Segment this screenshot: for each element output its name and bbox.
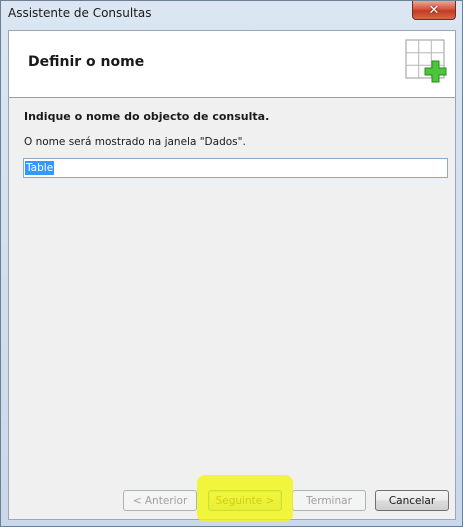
back-button[interactable]: < Anterior — [123, 490, 197, 511]
finish-button[interactable]: Terminar — [292, 490, 366, 511]
next-button[interactable]: Seguinte > — [208, 490, 282, 511]
window-title: Assistente de Consultas — [8, 6, 152, 20]
wizard-window: Assistente de Consultas ✕ Definir o nome… — [0, 0, 463, 527]
wizard-footer: < Anterior Seguinte > Terminar Cancelar — [9, 481, 455, 519]
close-icon: ✕ — [428, 2, 440, 18]
instruction-text: Indique o nome do objecto de consulta. — [24, 110, 270, 123]
title-bar[interactable]: Assistente de Consultas ✕ — [1, 1, 462, 25]
page-title: Definir o nome — [28, 54, 145, 70]
name-input-value: Table — [25, 161, 55, 175]
hint-text: O nome será mostrado na janela "Dados". — [24, 136, 246, 148]
close-button[interactable]: ✕ — [412, 1, 456, 20]
cancel-button[interactable]: Cancelar — [375, 490, 449, 511]
wizard-content: Indique o nome do objecto de consulta. O… — [9, 98, 455, 458]
wizard-header: Definir o nome — [9, 31, 455, 98]
table-add-icon — [405, 39, 447, 83]
name-input[interactable]: Table — [23, 158, 448, 178]
wizard-client-area: Definir o nome Indique o nome do objecto… — [8, 30, 456, 520]
